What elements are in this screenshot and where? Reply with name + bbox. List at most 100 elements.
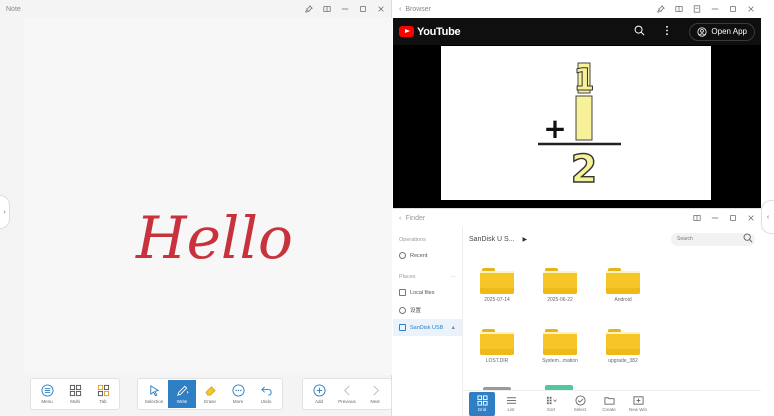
browser-titlebar[interactable]: ‹ Browser <box>393 0 761 18</box>
sidebar-item-recent[interactable]: Recent <box>393 247 462 264</box>
folder-item[interactable]: 2025-06-22 <box>540 268 580 303</box>
finder-titlebar[interactable]: ‹ Finder <box>393 209 761 227</box>
bottom-number: 2 <box>571 147 597 191</box>
folder-item[interactable]: upgrade_382 <box>603 329 643 364</box>
folder-icon <box>480 329 514 355</box>
write-button[interactable]: Write <box>168 380 196 408</box>
hello-ink-text: Hello <box>135 204 293 272</box>
check-circle-icon <box>574 395 586 406</box>
eraser-icon <box>204 386 216 396</box>
math-video-frame: 1 + 2 <box>538 62 621 192</box>
folder-item[interactable]: 2025-07-14 <box>477 268 517 303</box>
folder-item[interactable]: System...mation <box>540 329 580 364</box>
minimize-icon[interactable] <box>710 214 719 223</box>
chevron-right-icon <box>372 385 379 396</box>
youtube-header: YouTube Open App <box>393 18 761 45</box>
folder-icon <box>606 268 640 294</box>
erase-button[interactable]: Erase <box>196 380 224 408</box>
finder-bottom-toolbar: Grid List Sort Select Create New Win <box>463 390 761 416</box>
top-number: 1 <box>574 63 595 98</box>
maximize-icon[interactable] <box>728 5 737 14</box>
breadcrumb-arrow-icon[interactable]: ▶ <box>523 236 528 243</box>
new-window-button[interactable]: New Win <box>625 392 651 416</box>
multi-button[interactable]: Multi <box>61 380 89 408</box>
folder-icon <box>480 268 514 294</box>
split-view-icon[interactable] <box>692 214 701 223</box>
minimize-icon[interactable] <box>710 5 719 14</box>
sidebar-item-settings[interactable]: 设置 <box>393 301 462 319</box>
more-button[interactable]: More <box>224 380 252 408</box>
folder-icon <box>543 268 577 294</box>
minimize-icon[interactable] <box>340 5 349 14</box>
back-icon[interactable]: ‹ <box>399 215 401 222</box>
note-toolbar-center: Selection Write Erase More Undo <box>137 378 283 410</box>
path-bar: SanDisk U S... ▶ <box>463 227 761 251</box>
sidebar-section-places: Places ··· <box>399 274 457 280</box>
youtube-logo[interactable]: YouTube <box>399 25 461 38</box>
screenshot-icon[interactable] <box>692 4 701 14</box>
note-canvas[interactable]: Hello <box>24 18 392 375</box>
pin-icon[interactable] <box>304 4 313 14</box>
grid-view-icon <box>476 395 488 406</box>
split-view-icon[interactable] <box>322 5 331 14</box>
settings-icon <box>399 306 406 314</box>
usb-drive-icon <box>399 324 406 331</box>
close-icon[interactable] <box>746 214 755 223</box>
folder-item[interactable]: LOST.DIR <box>477 329 517 364</box>
menu-button[interactable]: Menu <box>33 380 61 408</box>
tab-button[interactable]: Tab <box>89 380 117 408</box>
browser-title: Browser <box>405 5 432 13</box>
undo-button[interactable]: Undo <box>252 380 280 408</box>
grid-icon <box>69 384 81 397</box>
kebab-icon <box>666 25 669 35</box>
close-icon[interactable] <box>376 5 385 14</box>
eject-icon[interactable]: ▲ <box>451 325 456 331</box>
sidebar-section-operations: Operations <box>399 237 426 243</box>
create-folder-button[interactable]: Create <box>596 392 622 416</box>
breadcrumb[interactable]: SanDisk U S... <box>469 236 515 243</box>
finder-content: SanDisk U S... ▶ 2025-07-14 2025-06-22 A… <box>463 227 761 416</box>
new-window-icon <box>632 396 644 405</box>
kebab-menu-button[interactable] <box>665 25 669 39</box>
maximize-icon[interactable] <box>358 5 367 14</box>
more-icon <box>231 384 245 397</box>
folder-item[interactable]: Android <box>603 268 643 303</box>
back-icon[interactable]: ‹ <box>399 6 401 13</box>
selection-button[interactable]: Selection <box>140 380 168 408</box>
split-view-icon[interactable] <box>674 5 683 14</box>
note-side-handle[interactable]: › <box>0 195 10 229</box>
plus-circle-icon <box>312 384 326 397</box>
list-view-button[interactable]: List <box>498 392 524 416</box>
template-icon <box>97 384 109 397</box>
select-button[interactable]: Select <box>567 392 593 416</box>
places-more-icon[interactable]: ··· <box>451 274 457 280</box>
finder-window: ‹ Finder Operations Recent Places ··· Lo… <box>393 208 761 416</box>
chevron-left-icon <box>343 385 350 396</box>
maximize-icon[interactable] <box>728 214 737 223</box>
note-toolbar-right: Add Previous Next <box>302 378 392 410</box>
note-titlebar[interactable]: Note <box>0 0 391 18</box>
clock-icon <box>399 252 406 259</box>
add-page-button[interactable]: Add <box>305 380 333 408</box>
folder-icon <box>543 329 577 355</box>
video-player[interactable]: 1 + 2 <box>441 46 711 200</box>
pin-icon[interactable] <box>656 4 665 14</box>
search-icon[interactable] <box>743 233 753 243</box>
close-icon[interactable] <box>746 5 755 14</box>
previous-page-button[interactable]: Previous <box>333 380 361 408</box>
folder-icon <box>606 329 640 355</box>
next-page-button[interactable]: Next <box>361 380 389 408</box>
grid-view-button[interactable]: Grid <box>469 391 495 416</box>
open-app-button[interactable]: Open App <box>689 22 755 41</box>
right-side-handle[interactable]: ‹ <box>761 200 774 234</box>
search-button[interactable] <box>634 25 645 39</box>
sidebar-item-local-files[interactable]: Local files <box>393 284 462 301</box>
sidebar-item-sandisk-usb[interactable]: SanDisk USB ▲ <box>393 319 462 336</box>
chevron-right-icon: › <box>3 208 6 216</box>
bar-block <box>575 95 593 141</box>
sort-button[interactable]: Sort <box>538 392 564 416</box>
browser-window: ‹ Browser YouTube Open App 1 + 2 <box>393 0 761 208</box>
plus-sign: + <box>543 112 566 145</box>
finder-title: Finder <box>405 214 426 222</box>
youtube-wordmark: YouTube <box>417 25 461 38</box>
